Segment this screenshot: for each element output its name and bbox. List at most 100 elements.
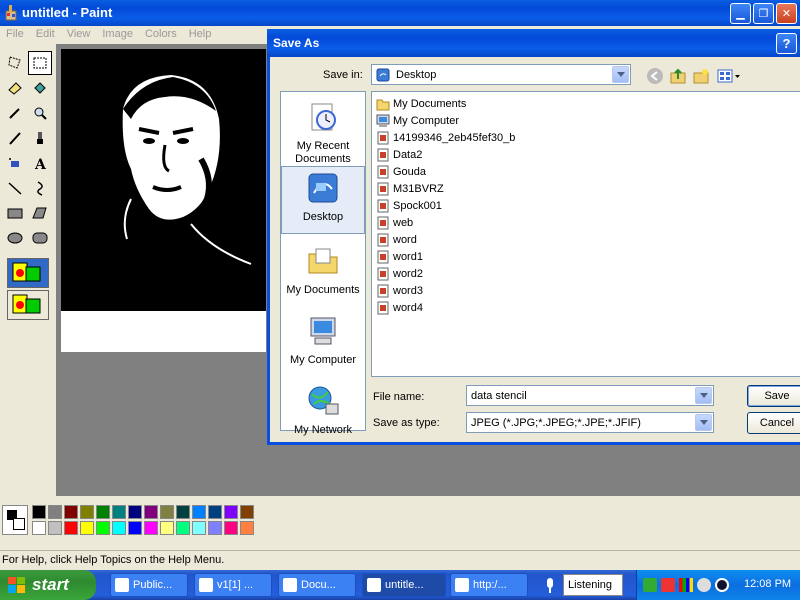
- color-picker-tool-icon[interactable]: [3, 101, 27, 125]
- magnifier-tool-icon[interactable]: [28, 101, 52, 125]
- color-swatch[interactable]: [240, 505, 254, 519]
- transparent-option-icon[interactable]: [7, 290, 49, 320]
- task-v1[interactable]: v1[1] ...: [194, 573, 272, 597]
- rounded-rect-tool-icon[interactable]: [28, 226, 52, 250]
- back-icon[interactable]: [645, 66, 665, 86]
- menu-view[interactable]: View: [61, 26, 97, 44]
- save-in-dropdown[interactable]: Desktop: [371, 64, 631, 85]
- task-untitled-paint[interactable]: untitle...: [362, 573, 446, 597]
- new-folder-icon[interactable]: [691, 66, 711, 86]
- place-my-network[interactable]: My Network: [281, 380, 365, 437]
- help-button[interactable]: ?: [776, 33, 797, 54]
- color-swatch[interactable]: [128, 521, 142, 535]
- text-tool-icon[interactable]: A: [28, 151, 52, 175]
- file-item[interactable]: web: [376, 215, 413, 231]
- polygon-tool-icon[interactable]: [28, 201, 52, 225]
- chevron-down-icon[interactable]: [612, 66, 629, 83]
- color-swatch[interactable]: [64, 505, 78, 519]
- tray-network-icon[interactable]: [643, 578, 657, 592]
- color-swatch[interactable]: [240, 521, 254, 535]
- color-swatch[interactable]: [64, 521, 78, 535]
- color-swatch[interactable]: [48, 505, 62, 519]
- color-swatch[interactable]: [208, 521, 222, 535]
- microphone-icon[interactable]: [540, 575, 560, 595]
- file-item[interactable]: word: [376, 232, 417, 248]
- line-tool-icon[interactable]: [3, 176, 27, 200]
- file-item[interactable]: word4: [376, 300, 423, 316]
- menu-image[interactable]: Image: [96, 26, 139, 44]
- free-select-tool-icon[interactable]: [3, 51, 27, 75]
- task-docu[interactable]: Docu...: [278, 573, 356, 597]
- color-swatch[interactable]: [224, 521, 238, 535]
- close-button[interactable]: ✕: [776, 3, 797, 24]
- place-my-computer[interactable]: My Computer: [281, 310, 365, 367]
- color-swatch[interactable]: [160, 521, 174, 535]
- current-colors[interactable]: [2, 505, 28, 535]
- tray-speaker-icon[interactable]: [697, 578, 711, 592]
- file-item[interactable]: Data2: [376, 147, 422, 163]
- color-swatch[interactable]: [32, 521, 46, 535]
- rectangle-tool-icon[interactable]: [3, 201, 27, 225]
- color-swatch[interactable]: [48, 521, 62, 535]
- menu-colors[interactable]: Colors: [139, 26, 183, 44]
- color-swatch[interactable]: [144, 521, 158, 535]
- curve-tool-icon[interactable]: [28, 176, 52, 200]
- ellipse-tool-icon[interactable]: [3, 226, 27, 250]
- menu-help[interactable]: Help: [183, 26, 218, 44]
- menu-file[interactable]: File: [0, 26, 30, 44]
- paint-title-bar[interactable]: untitled - Paint ▁ ❐ ✕: [0, 0, 800, 26]
- filename-input[interactable]: data stencil: [466, 385, 714, 406]
- eraser-tool-icon[interactable]: [3, 76, 27, 100]
- color-swatch[interactable]: [160, 505, 174, 519]
- rect-select-tool-icon[interactable]: [28, 51, 52, 75]
- color-swatch[interactable]: [80, 505, 94, 519]
- file-item[interactable]: Gouda: [376, 164, 426, 180]
- file-item[interactable]: word1: [376, 249, 423, 265]
- color-swatch[interactable]: [192, 505, 206, 519]
- save-button[interactable]: Save: [747, 385, 800, 407]
- color-swatch[interactable]: [32, 505, 46, 519]
- color-swatch[interactable]: [80, 521, 94, 535]
- views-menu-icon[interactable]: [716, 66, 742, 86]
- task-http[interactable]: http:/...: [450, 573, 528, 597]
- chevron-down-icon[interactable]: [695, 414, 712, 431]
- chevron-down-icon[interactable]: [695, 387, 712, 404]
- color-swatch[interactable]: [176, 521, 190, 535]
- brush-tool-icon[interactable]: [28, 126, 52, 150]
- drawing-canvas[interactable]: [61, 49, 266, 352]
- color-swatch[interactable]: [176, 505, 190, 519]
- file-item[interactable]: My Computer: [376, 113, 459, 129]
- color-swatch[interactable]: [144, 505, 158, 519]
- color-swatch[interactable]: [112, 505, 126, 519]
- tray-monitor-icon[interactable]: [715, 578, 729, 592]
- fill-tool-icon[interactable]: [28, 76, 52, 100]
- up-folder-icon[interactable]: [668, 66, 688, 86]
- file-item[interactable]: word2: [376, 266, 423, 282]
- file-item[interactable]: M31BVRZ: [376, 181, 444, 197]
- restore-button[interactable]: ❐: [753, 3, 774, 24]
- airbrush-tool-icon[interactable]: [3, 151, 27, 175]
- opaque-option-icon[interactable]: [7, 258, 49, 288]
- color-swatch[interactable]: [96, 505, 110, 519]
- tray-color-icon[interactable]: [679, 578, 693, 592]
- color-swatch[interactable]: [192, 521, 206, 535]
- cancel-button[interactable]: Cancel: [747, 412, 800, 434]
- tray-sas-icon[interactable]: [661, 578, 675, 592]
- file-item[interactable]: word3: [376, 283, 423, 299]
- place-my-documents[interactable]: My Documents: [281, 240, 365, 297]
- color-swatch[interactable]: [128, 505, 142, 519]
- task-public[interactable]: Public...: [110, 573, 188, 597]
- place-my-recent-documents[interactable]: My Recent Documents: [281, 96, 365, 166]
- color-swatch[interactable]: [112, 521, 126, 535]
- file-list[interactable]: My Documents My Computer 14199346_2eb45fef…: [371, 91, 800, 377]
- start-button[interactable]: start: [0, 570, 96, 600]
- pencil-tool-icon[interactable]: [3, 126, 27, 150]
- color-swatch[interactable]: [208, 505, 222, 519]
- minimize-button[interactable]: ▁: [730, 3, 751, 24]
- file-item[interactable]: 14199346_2eb45fef30_b: [376, 130, 515, 146]
- dialog-title-bar[interactable]: Save As ?: [267, 29, 800, 57]
- color-swatch[interactable]: [96, 521, 110, 535]
- color-swatch[interactable]: [224, 505, 238, 519]
- file-item[interactable]: My Documents: [376, 96, 466, 112]
- menu-edit[interactable]: Edit: [30, 26, 61, 44]
